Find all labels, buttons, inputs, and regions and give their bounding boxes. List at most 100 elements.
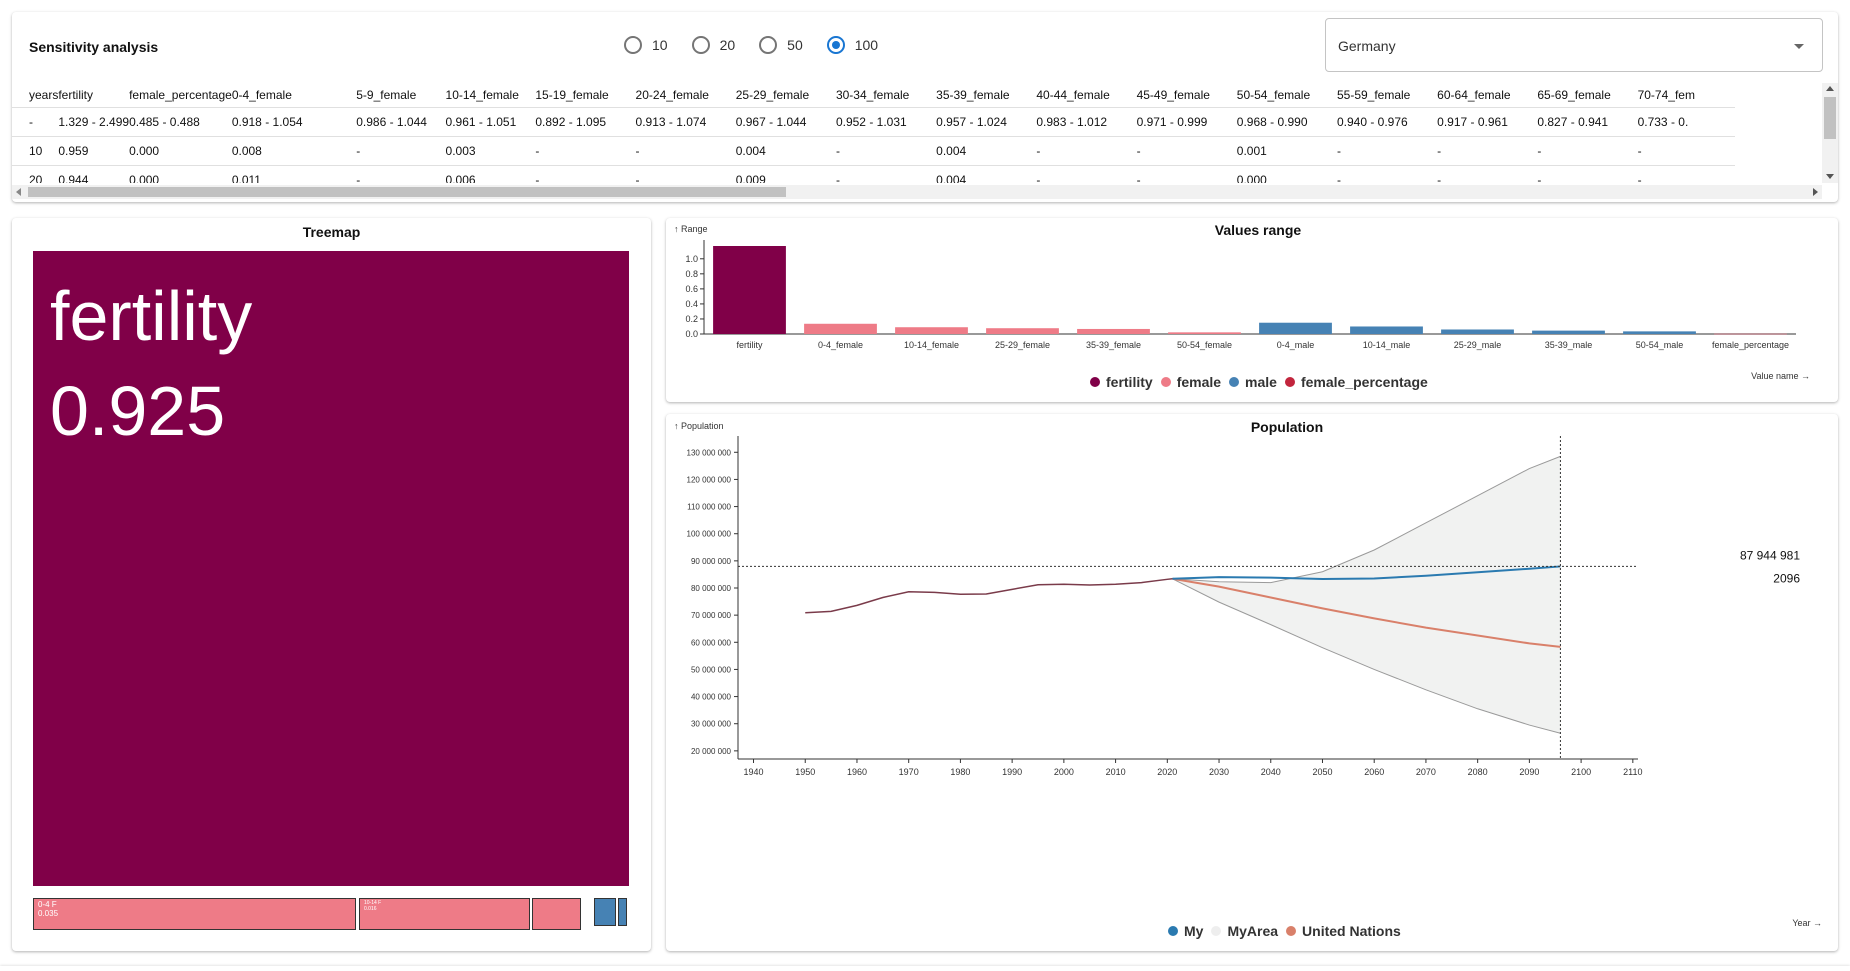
treemap-cell-female[interactable] bbox=[532, 898, 581, 930]
bar-50-54_female[interactable] bbox=[1168, 332, 1241, 334]
table-cell: - bbox=[12, 107, 59, 137]
legend-label: MyArea bbox=[1227, 923, 1279, 939]
bar-25-29_female[interactable] bbox=[986, 328, 1059, 334]
table-cell: - bbox=[1437, 165, 1538, 183]
column-header[interactable]: 70-74_fem bbox=[1637, 83, 1735, 108]
legend-item[interactable]: United Nations bbox=[1286, 923, 1401, 939]
radio-circle-icon[interactable] bbox=[759, 36, 778, 54]
legend-item[interactable]: My bbox=[1168, 923, 1203, 939]
column-header[interactable]: 10-14_female bbox=[445, 83, 536, 108]
bar-50-54_male[interactable] bbox=[1623, 331, 1696, 334]
table-cell: 0.000 bbox=[129, 165, 232, 183]
table-cell: - bbox=[835, 165, 937, 183]
table-header-row: years fertility female_percentage 0-4_femal… bbox=[12, 83, 1820, 108]
x-tick-label: 2090 bbox=[1519, 767, 1539, 777]
bottom-card-edge bbox=[0, 966, 1850, 971]
chevron-down-icon[interactable] bbox=[1794, 44, 1804, 49]
table-cell: - bbox=[835, 136, 937, 166]
scroll-left-icon[interactable] bbox=[16, 188, 21, 196]
scroll-down-icon[interactable] bbox=[1826, 174, 1834, 179]
bar-25-29_male[interactable] bbox=[1441, 329, 1514, 334]
table-row: 20 0.944 0.000 0.011-0.006- -0.009-0.004- -0.… bbox=[12, 165, 1820, 183]
table-cell: 0.967 - 1.044 bbox=[735, 107, 836, 137]
treemap-cell-value: 0.925 bbox=[50, 372, 226, 450]
column-header[interactable]: 5-9_female bbox=[356, 83, 446, 108]
y-tick-label: 130 000 000 bbox=[687, 448, 732, 457]
column-header[interactable]: 30-34_female bbox=[835, 83, 937, 108]
radio-50[interactable]: 50 bbox=[759, 36, 803, 54]
column-header[interactable]: 20-24_female bbox=[635, 83, 736, 108]
legend-item[interactable]: MyArea bbox=[1211, 923, 1278, 939]
table-cell: 0.961 - 1.051 bbox=[445, 107, 536, 137]
column-header[interactable]: 50-54_female bbox=[1236, 83, 1337, 108]
radio-10[interactable]: 10 bbox=[624, 36, 668, 54]
table-cell: 0.917 - 0.961 bbox=[1437, 107, 1538, 137]
treemap-cell-male[interactable] bbox=[618, 898, 627, 926]
table-row: 10 0.959 0.000 0.008-0.003- -0.004-0.004- -0.… bbox=[12, 136, 1820, 166]
scroll-thumb[interactable] bbox=[1824, 97, 1836, 139]
bar-0-4_male[interactable] bbox=[1259, 322, 1332, 334]
legend-label: male bbox=[1245, 374, 1277, 390]
table-cell: 0.004 bbox=[936, 136, 1037, 166]
country-select[interactable]: Germany bbox=[1325, 18, 1823, 72]
table-cell: - bbox=[1136, 136, 1237, 166]
column-header[interactable]: 55-59_female bbox=[1336, 83, 1438, 108]
radio-circle-icon[interactable] bbox=[624, 36, 642, 54]
x-tick-label: 35-39_female bbox=[1086, 340, 1141, 350]
x-tick-label: 1950 bbox=[795, 767, 815, 777]
treemap-cell-male[interactable] bbox=[594, 898, 616, 926]
legend-item-female[interactable]: female bbox=[1160, 374, 1221, 390]
interval-radio-group: 10 20 50 100 bbox=[624, 36, 902, 54]
scroll-thumb[interactable] bbox=[28, 187, 786, 197]
tooltip-year: 2096 bbox=[1773, 571, 1800, 585]
column-header[interactable]: 25-29_female bbox=[735, 83, 836, 108]
scroll-right-icon[interactable] bbox=[1813, 188, 1818, 196]
bar-female_percentage[interactable] bbox=[1714, 333, 1787, 335]
treemap-cell-10-14-female[interactable]: 10-14 F 0.016 bbox=[359, 898, 530, 930]
radio-100[interactable]: 100 bbox=[826, 36, 878, 54]
bar-10-14_male[interactable] bbox=[1350, 326, 1423, 334]
radio-circle-icon[interactable] bbox=[826, 36, 845, 54]
column-header[interactable]: 45-49_female bbox=[1136, 83, 1237, 108]
column-header[interactable]: 0-4_female bbox=[231, 83, 357, 108]
column-header[interactable]: female_percentage bbox=[129, 83, 232, 108]
treemap-cell-fertility[interactable]: fertility 0.925 bbox=[33, 251, 629, 886]
legend-dot-icon bbox=[1284, 377, 1295, 387]
scroll-up-icon[interactable] bbox=[1826, 86, 1834, 91]
x-tick-label: 25-29_male bbox=[1454, 340, 1502, 350]
table-cell: 0.009 bbox=[735, 165, 836, 183]
bar-fertility[interactable] bbox=[713, 246, 786, 334]
bar-35-39_female[interactable] bbox=[1077, 328, 1150, 334]
table-cell: - bbox=[635, 136, 736, 166]
table-cell: 0.971 - 0.999 bbox=[1136, 107, 1237, 137]
column-header[interactable]: years bbox=[12, 83, 59, 108]
table-cell: - bbox=[635, 165, 736, 183]
treemap-cell-0-4-female[interactable]: 0-4 F 0.035 bbox=[33, 898, 356, 930]
column-header[interactable]: 35-39_female bbox=[936, 83, 1037, 108]
column-header[interactable]: 65-69_female bbox=[1537, 83, 1638, 108]
x-axis-label: Value name → bbox=[1751, 371, 1810, 381]
radio-circle-icon[interactable] bbox=[691, 36, 710, 54]
table-cell: - bbox=[535, 165, 636, 183]
table-cell: 0.957 - 1.024 bbox=[936, 107, 1037, 137]
table-cell: - bbox=[1637, 165, 1735, 183]
legend-item-female_percentage[interactable]: female_percentage bbox=[1284, 374, 1428, 390]
bar-0-4_female[interactable] bbox=[804, 323, 877, 334]
column-header[interactable]: 15-19_female bbox=[535, 83, 636, 108]
table-cell: - bbox=[1336, 165, 1438, 183]
radio-20[interactable]: 20 bbox=[691, 36, 735, 54]
column-header[interactable]: 40-44_female bbox=[1036, 83, 1137, 108]
bar-35-39_male[interactable] bbox=[1532, 330, 1605, 334]
values-range-card: ↑ Range Values range Value name → 0.0 0.2… bbox=[666, 218, 1838, 402]
column-header[interactable]: fertility bbox=[58, 83, 130, 108]
population-chart: ↑ Population Population Year → 20 000 00… bbox=[674, 419, 1822, 928]
vertical-scrollbar[interactable] bbox=[1822, 83, 1838, 183]
horizontal-scrollbar[interactable] bbox=[12, 185, 1822, 199]
legend-item-fertility[interactable]: fertility bbox=[1090, 374, 1153, 390]
bar-10-14_female[interactable] bbox=[895, 327, 968, 334]
column-header[interactable]: 60-64_female bbox=[1437, 83, 1538, 108]
table-cell: - bbox=[356, 165, 446, 183]
historical-line[interactable] bbox=[805, 578, 1173, 614]
legend-item-male[interactable]: male bbox=[1229, 374, 1277, 390]
table-cell: 20 bbox=[12, 165, 59, 183]
